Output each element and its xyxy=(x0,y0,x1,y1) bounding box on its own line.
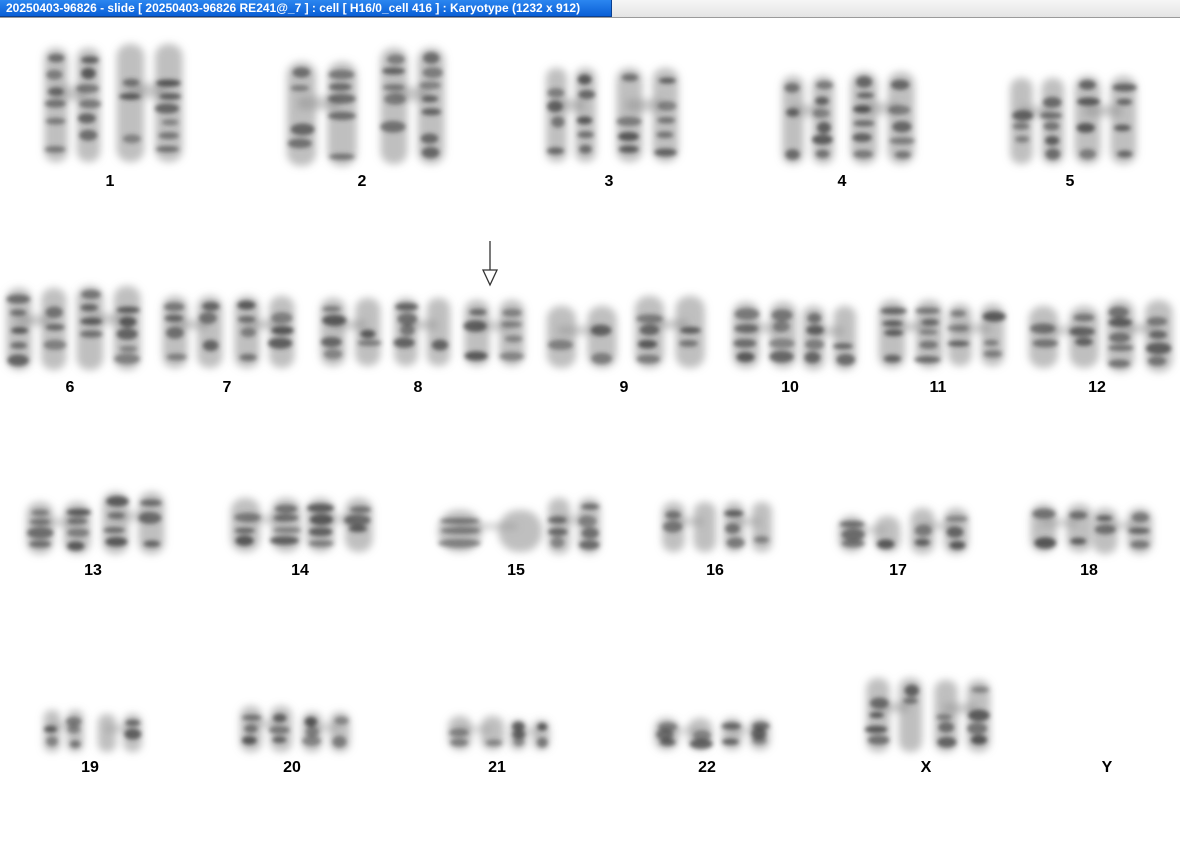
chromosome-pair-13[interactable] xyxy=(26,492,165,554)
chromosome-pair-17[interactable] xyxy=(838,508,969,554)
chromosome-pair-2[interactable] xyxy=(286,48,445,166)
chromosome-pair-3[interactable] xyxy=(546,68,679,162)
chromosome-11-homolog-2[interactable] xyxy=(947,304,1006,366)
chromosome-7-homolog-1[interactable] xyxy=(162,296,223,368)
chromosome-label-4: 4 xyxy=(838,173,847,190)
chromosome-pair-21[interactable] xyxy=(448,716,550,750)
chromosome-pair-15[interactable] xyxy=(437,498,601,554)
chromosome-18-homolog-2[interactable] xyxy=(1092,508,1153,554)
chromosome-4-homolog-2[interactable] xyxy=(850,72,916,164)
chromosome-8-homolog-1[interactable] xyxy=(320,298,382,366)
chromosome-label-11: 11 xyxy=(930,379,947,396)
chromosome-13-homolog-1[interactable] xyxy=(26,502,92,554)
chromosome-label-8: 8 xyxy=(414,379,423,396)
chromosome-pair-10[interactable] xyxy=(732,302,857,370)
chromosome-label-13: 13 xyxy=(84,562,102,579)
chromosome-label-5: 5 xyxy=(1066,173,1075,190)
chromosome-label-7: 7 xyxy=(223,379,232,396)
chromosome-pair-7[interactable] xyxy=(162,296,295,368)
chromosome-pair-x[interactable] xyxy=(864,678,991,752)
chromosome-12-homolog-2[interactable] xyxy=(1106,300,1173,372)
chromosome-x-homolog-1[interactable] xyxy=(864,678,923,752)
chromosome-label-y: Y xyxy=(1102,759,1113,776)
chromosome-label-22: 22 xyxy=(698,759,716,776)
chromosome-x-homolog-2[interactable] xyxy=(934,680,991,752)
chromosome-pair-6[interactable] xyxy=(6,286,141,370)
chromosome-pair-22[interactable] xyxy=(654,718,770,750)
chromosome-6-homolog-2[interactable] xyxy=(76,286,141,370)
chromosome-2-homolog-1[interactable] xyxy=(286,62,357,166)
chromosome-9-homolog-2[interactable] xyxy=(634,296,705,368)
chromosome-1-homolog-1[interactable] xyxy=(44,48,102,162)
chromosome-15-homolog-1[interactable] xyxy=(437,510,543,552)
chromosome-pair-1[interactable] xyxy=(44,44,183,162)
chromosome-19-homolog-2[interactable] xyxy=(97,714,142,752)
karyotype-panel: 1 2 3 4 56 7 8 9 10 11 1213 14 15 16 17 1819 20 21 22 X Y xyxy=(6,44,1173,776)
chromosome-21-homolog-2[interactable] xyxy=(509,720,550,750)
chromosome-label-21: 21 xyxy=(488,759,506,776)
chromosome-10-homolog-2[interactable] xyxy=(802,306,857,370)
chromosome-pair-18[interactable] xyxy=(1030,504,1153,554)
chromosome-12-homolog-1[interactable] xyxy=(1028,306,1099,368)
chromosome-5-homolog-1[interactable] xyxy=(1010,78,1065,164)
chromosome-8-homolog-3[interactable] xyxy=(463,300,525,366)
chromosome-label-3: 3 xyxy=(605,173,614,190)
chromosome-19-homolog-1[interactable] xyxy=(43,710,84,752)
chromosome-label-19: 19 xyxy=(81,759,99,776)
chromosome-label-14: 14 xyxy=(291,562,309,579)
chromosome-7-homolog-2[interactable] xyxy=(234,296,295,368)
chromosome-label-x: X xyxy=(921,759,932,776)
chromosome-13-homolog-2[interactable] xyxy=(102,492,165,554)
chromosome-17-homolog-2[interactable] xyxy=(910,508,969,554)
chromosome-pair-11[interactable] xyxy=(878,300,1006,368)
chromosome-label-16: 16 xyxy=(706,562,724,579)
chromosome-label-18: 18 xyxy=(1080,562,1098,579)
chromosome-8-homolog-2[interactable] xyxy=(393,298,451,366)
chromosome-pair-16[interactable] xyxy=(662,502,772,552)
chromosome-5-homolog-2[interactable] xyxy=(1074,76,1137,164)
chromosome-pair-12[interactable] xyxy=(1028,300,1173,372)
chromosome-14-homolog-1[interactable] xyxy=(230,498,302,552)
chromosome-pair-5[interactable] xyxy=(1010,76,1137,164)
chromosome-9-homolog-1[interactable] xyxy=(546,306,617,368)
chromosome-label-20: 20 xyxy=(283,759,301,776)
chromosome-pair-14[interactable] xyxy=(230,498,373,552)
chromosome-4-homolog-1[interactable] xyxy=(782,76,835,164)
chromosome-20-homolog-2[interactable] xyxy=(301,712,350,752)
chromosome-2-homolog-2[interactable] xyxy=(380,48,445,164)
chromosome-label-1: 1 xyxy=(106,173,115,190)
chromosome-20-homolog-1[interactable] xyxy=(240,706,293,752)
chromosome-21-homolog-1[interactable] xyxy=(448,716,505,750)
chromosome-label-10: 10 xyxy=(781,379,799,396)
chromosome-pair-19[interactable] xyxy=(43,710,142,752)
chromosome-3-homolog-1[interactable] xyxy=(546,68,596,162)
chromosome-10-homolog-1[interactable] xyxy=(732,302,797,368)
chromosome-15-homolog-2[interactable] xyxy=(547,498,601,554)
chromosome-22-homolog-2[interactable] xyxy=(721,718,770,750)
chromosome-22-homolog-1[interactable] xyxy=(654,718,713,750)
chromosome-3-homolog-2[interactable] xyxy=(616,68,679,162)
chromosome-pair-8[interactable] xyxy=(320,298,525,366)
chromosome-pair-9[interactable] xyxy=(546,296,705,368)
chromosome-label-12: 12 xyxy=(1088,379,1106,396)
chromosome-16-homolog-1[interactable] xyxy=(662,502,717,552)
chromosome-17-homolog-1[interactable] xyxy=(838,516,901,552)
chromosome-label-6: 6 xyxy=(66,379,75,396)
chromosome-label-2: 2 xyxy=(358,173,367,190)
chromosome-18-homolog-1[interactable] xyxy=(1030,504,1093,552)
chromosome-pair-4[interactable] xyxy=(782,72,916,164)
chromosome-16-homolog-2[interactable] xyxy=(723,502,772,552)
chromosome-1-homolog-2[interactable] xyxy=(116,44,183,162)
chromosome-pair-20[interactable] xyxy=(240,706,350,752)
chromosome-label-15: 15 xyxy=(507,562,525,579)
chromosome-11-homolog-1[interactable] xyxy=(878,300,943,368)
abnormality-marker xyxy=(481,241,499,287)
chromosome-6-homolog-1[interactable] xyxy=(6,288,67,370)
chromosome-label-9: 9 xyxy=(620,379,629,396)
chromosome-label-17: 17 xyxy=(889,562,907,579)
chromosome-14-homolog-2[interactable] xyxy=(306,498,373,552)
